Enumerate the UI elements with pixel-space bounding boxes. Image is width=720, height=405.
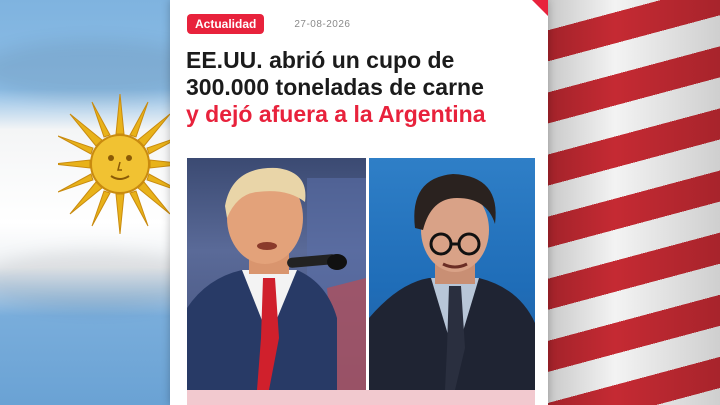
article-card[interactable]: Actualidad 27-08-2026 EE.UU. abrió un cu…	[170, 0, 548, 405]
argentina-flag-background	[0, 0, 175, 405]
article-date: 27-08-2026	[294, 18, 351, 30]
sun-of-may-icon	[58, 93, 175, 235]
glasses-man-illustration	[369, 174, 535, 390]
speaker-illustration	[187, 167, 366, 390]
left-photo	[187, 158, 366, 390]
right-photo	[369, 158, 535, 390]
bottom-strip	[187, 390, 535, 405]
headline-main: EE.UU. abrió un cupo de 300.000 tonelada…	[186, 47, 484, 100]
category-badge[interactable]: Actualidad	[187, 14, 265, 34]
usa-flag-background	[545, 0, 720, 405]
corner-accent	[532, 0, 548, 16]
headline-highlight: y dejó afuera a la Argentina	[186, 101, 486, 127]
article-meta: Actualidad 27-08-2026	[187, 13, 351, 35]
article-headline[interactable]: EE.UU. abrió un cupo de 300.000 tonelada…	[186, 47, 536, 128]
